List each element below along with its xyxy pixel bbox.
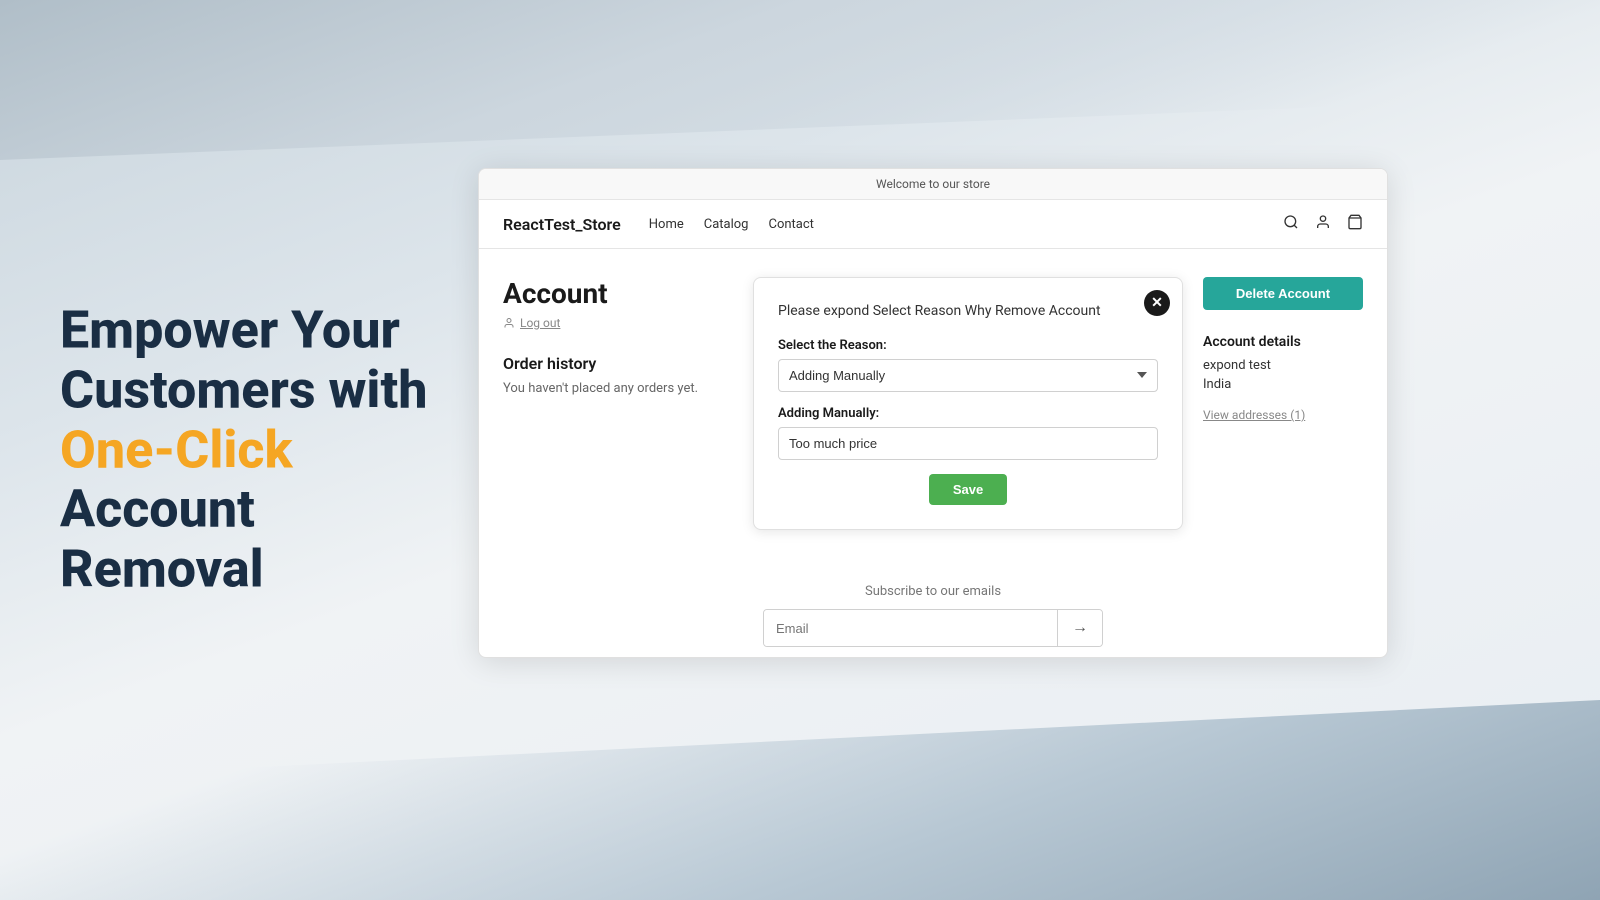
account-detail-name: expond test — [1203, 358, 1363, 373]
modal-close-button[interactable]: ✕ — [1144, 290, 1170, 316]
account-details-title: Account details — [1203, 334, 1363, 350]
account-detail-country: India — [1203, 377, 1363, 392]
hero-heading: Empower Your Customers with One-Click Ac… — [60, 301, 440, 600]
banner-text: Welcome to our store — [876, 177, 990, 191]
hero-line1: Empower Your — [60, 300, 400, 361]
search-icon[interactable] — [1283, 214, 1299, 234]
store-banner: Welcome to our store — [479, 169, 1387, 200]
hero-line4: Removal — [60, 539, 264, 600]
logout-text: Log out — [520, 316, 560, 330]
delete-account-button[interactable]: Delete Account — [1203, 277, 1363, 310]
text-label: Adding Manually: — [778, 406, 1158, 421]
nav-home[interactable]: Home — [649, 217, 684, 232]
order-history-title: Order history — [503, 354, 733, 373]
reason-select[interactable]: Adding Manually Too expensive Poor servi… — [778, 359, 1158, 392]
subscribe-section: Subscribe to our emails → — [503, 584, 1363, 647]
account-section: Account Log out Order history You haven'… — [503, 277, 733, 623]
order-history-empty: You haven't placed any orders yet. — [503, 381, 733, 396]
bg-stripe-bottom — [0, 700, 1600, 900]
nav-icons — [1283, 214, 1363, 234]
email-submit-button[interactable]: → — [1057, 610, 1102, 646]
store-nav: ReactTest_Store Home Catalog Contact — [479, 200, 1387, 249]
logout-link[interactable]: Log out — [503, 316, 733, 330]
modal-area: ✕ Please expond Select Reason Why Remove… — [753, 277, 1183, 623]
hero-line2: Customers with — [60, 359, 427, 420]
view-addresses-link[interactable]: View addresses (1) — [1203, 408, 1305, 422]
cart-icon[interactable] — [1347, 214, 1363, 234]
bg-stripe-top — [0, 0, 1600, 160]
left-panel: Empower Your Customers with One-Click Ac… — [60, 301, 440, 600]
store-panel: Welcome to our store ReactTest_Store Hom… — [478, 168, 1388, 658]
nav-catalog[interactable]: Catalog — [704, 217, 749, 232]
store-logo: ReactTest_Store — [503, 215, 621, 234]
email-row: → — [763, 609, 1103, 647]
reason-text-input[interactable] — [778, 427, 1158, 460]
email-input[interactable] — [764, 610, 1057, 646]
account-title: Account — [503, 277, 733, 310]
modal-title: Please expond Select Reason Why Remove A… — [778, 302, 1158, 322]
hero-line3: Account — [60, 479, 255, 540]
nav-contact[interactable]: Contact — [768, 217, 813, 232]
hero-highlight: One-Click — [60, 419, 293, 480]
reason-modal: ✕ Please expond Select Reason Why Remove… — [753, 277, 1183, 530]
subscribe-title: Subscribe to our emails — [503, 584, 1363, 599]
account-icon[interactable] — [1315, 214, 1331, 234]
select-reason-label: Select the Reason: — [778, 338, 1158, 353]
save-button[interactable]: Save — [929, 474, 1007, 505]
nav-links: Home Catalog Contact — [649, 217, 814, 232]
account-details-panel: Delete Account Account details expond te… — [1203, 277, 1363, 623]
